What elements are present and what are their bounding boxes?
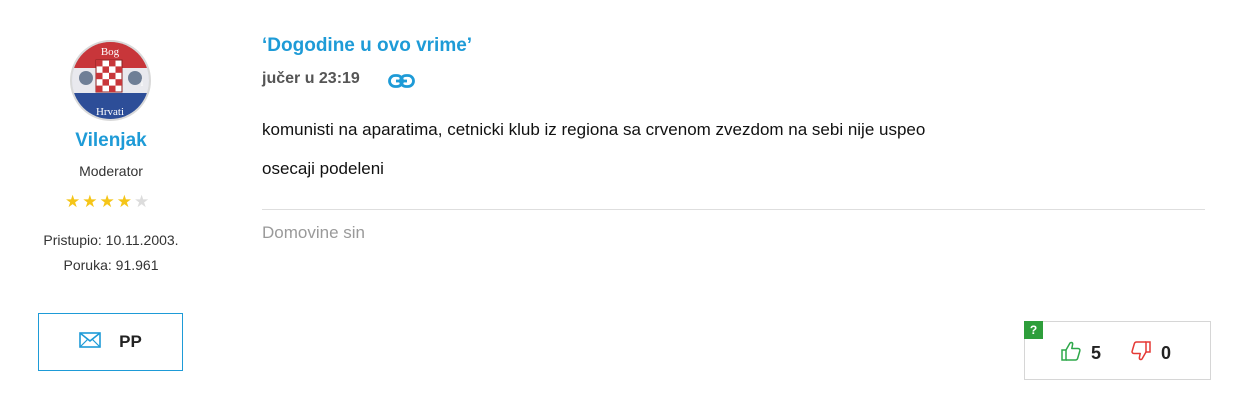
link-icon[interactable] — [388, 72, 415, 95]
avatar-image: Bog i Hrvati — [72, 42, 149, 119]
avatar[interactable]: Bog i Hrvati — [70, 40, 151, 121]
post-paragraph: komunisti na aparatima, cetnicki klub iz… — [262, 120, 926, 139]
user-signature: Domovine sin — [262, 223, 365, 242]
star-icon: ★ — [116, 192, 132, 211]
thumbs-up-icon — [1060, 340, 1082, 367]
post-count: Poruka: 91.961 — [63, 257, 159, 273]
star-icon: ★ — [65, 192, 81, 211]
star-icon: ★ — [134, 192, 150, 211]
post-body: komunisti na aparatima, cetnicki klub iz… — [262, 120, 925, 198]
envelope-icon — [79, 331, 101, 353]
user-rating: ★ ★ ★ ★ ★ — [65, 193, 149, 211]
private-message-button[interactable]: PP — [38, 313, 183, 371]
vote-panel: 5 0 — [1024, 321, 1211, 380]
username-link[interactable]: Vilenjak — [0, 130, 222, 152]
post-paragraph: osecaji podeleni — [262, 159, 384, 178]
post-date: jučer u 23:19 — [262, 70, 360, 87]
user-role: Moderator — [79, 163, 143, 179]
signature-divider — [262, 209, 1205, 210]
like-button[interactable]: 5 — [1060, 340, 1101, 367]
star-icon: ★ — [99, 192, 115, 211]
like-count: 5 — [1091, 343, 1102, 363]
dislike-button[interactable]: 0 — [1130, 340, 1171, 367]
svg-text:Hrvati: Hrvati — [96, 106, 124, 118]
svg-text:Bog: Bog — [101, 46, 120, 58]
dislike-count: 0 — [1161, 343, 1172, 363]
private-message-label: PP — [119, 332, 142, 351]
thumbs-down-icon — [1130, 340, 1152, 367]
vote-help-badge[interactable]: ? — [1024, 321, 1043, 339]
post-title-link[interactable]: ‘Dogodine u ovo vrime’ — [262, 35, 472, 57]
join-date: Pristupio: 10.11.2003. — [43, 232, 179, 248]
star-icon: ★ — [82, 192, 98, 211]
